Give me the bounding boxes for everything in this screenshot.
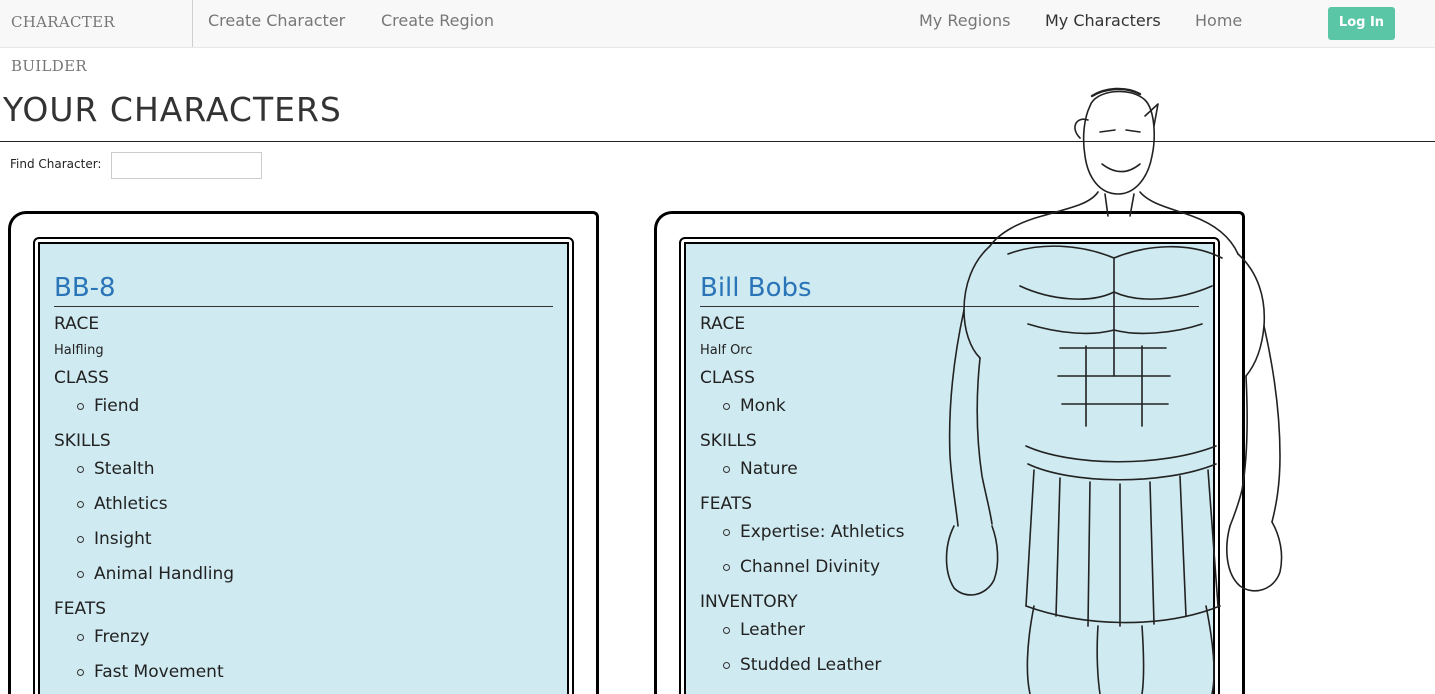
class-item: Fiend xyxy=(54,389,553,424)
class-list: Monk xyxy=(700,389,1199,424)
nav-create-character[interactable]: Create Character xyxy=(208,0,345,42)
title-divider xyxy=(0,141,1435,142)
feat-item: Expertise: Athletics xyxy=(700,515,1199,550)
skill-item: Insight xyxy=(54,522,553,557)
feats-list: Frenzy Fast Movement xyxy=(54,620,553,690)
skill-item: Nature xyxy=(700,452,1199,487)
character-card: Bill Bobs RACE Half Orc CLASS Monk SKILL… xyxy=(654,211,1245,694)
inventory-item: Studded Leather xyxy=(700,648,1199,683)
feat-item: Channel Divinity xyxy=(700,550,1199,585)
class-heading: CLASS xyxy=(700,368,755,388)
feats-heading: FEATS xyxy=(700,494,753,514)
character-card-frame: BB-8 RACE Halfling CLASS Fiend SKILLS St… xyxy=(33,237,574,694)
character-card-body: Bill Bobs RACE Half Orc CLASS Monk SKILL… xyxy=(684,242,1215,694)
skills-heading: SKILLS xyxy=(54,431,111,451)
nav-home[interactable]: Home xyxy=(1195,0,1242,42)
skills-list: Nature xyxy=(700,452,1199,487)
feat-item: Fast Movement xyxy=(54,655,553,690)
feat-item: Frenzy xyxy=(54,620,553,655)
feats-list: Expertise: Athletics Channel Divinity xyxy=(700,515,1199,585)
race-heading: RACE xyxy=(700,314,746,334)
page-title: YOUR CHARACTERS xyxy=(3,90,342,129)
brand-link[interactable]: CHARACTER BUILDER xyxy=(0,0,193,75)
class-heading: CLASS xyxy=(54,368,109,388)
nav-my-regions[interactable]: My Regions xyxy=(919,0,1010,42)
inventory-list: Leather Studded Leather xyxy=(700,613,1199,683)
class-list: Fiend xyxy=(54,389,553,424)
inventory-item: Leather xyxy=(700,613,1199,648)
login-button[interactable]: Log In xyxy=(1328,7,1395,40)
skill-item: Animal Handling xyxy=(54,557,553,592)
skill-item: Stealth xyxy=(54,452,553,487)
class-item: Monk xyxy=(700,389,1199,424)
character-card: BB-8 RACE Halfling CLASS Fiend SKILLS St… xyxy=(8,211,599,694)
feats-heading: FEATS xyxy=(54,599,107,619)
skills-heading: SKILLS xyxy=(700,431,757,451)
skill-item: Athletics xyxy=(54,487,553,522)
race-value: Halfling xyxy=(54,343,104,358)
nav-my-characters[interactable]: My Characters xyxy=(1045,0,1161,42)
character-card-frame: Bill Bobs RACE Half Orc CLASS Monk SKILL… xyxy=(679,237,1220,694)
character-name[interactable]: Bill Bobs xyxy=(700,272,1199,307)
find-character-label: Find Character: xyxy=(10,157,102,171)
find-character-input[interactable] xyxy=(111,152,262,179)
skills-list: Stealth Athletics Insight Animal Handlin… xyxy=(54,452,553,592)
character-card-body: BB-8 RACE Halfling CLASS Fiend SKILLS St… xyxy=(38,242,569,694)
character-name[interactable]: BB-8 xyxy=(54,272,553,307)
inventory-heading: INVENTORY xyxy=(700,592,798,612)
nav-create-region[interactable]: Create Region xyxy=(381,0,494,42)
race-heading: RACE xyxy=(54,314,100,334)
top-navbar: CHARACTER BUILDER Create Character Creat… xyxy=(0,0,1435,75)
race-value: Half Orc xyxy=(700,343,753,358)
